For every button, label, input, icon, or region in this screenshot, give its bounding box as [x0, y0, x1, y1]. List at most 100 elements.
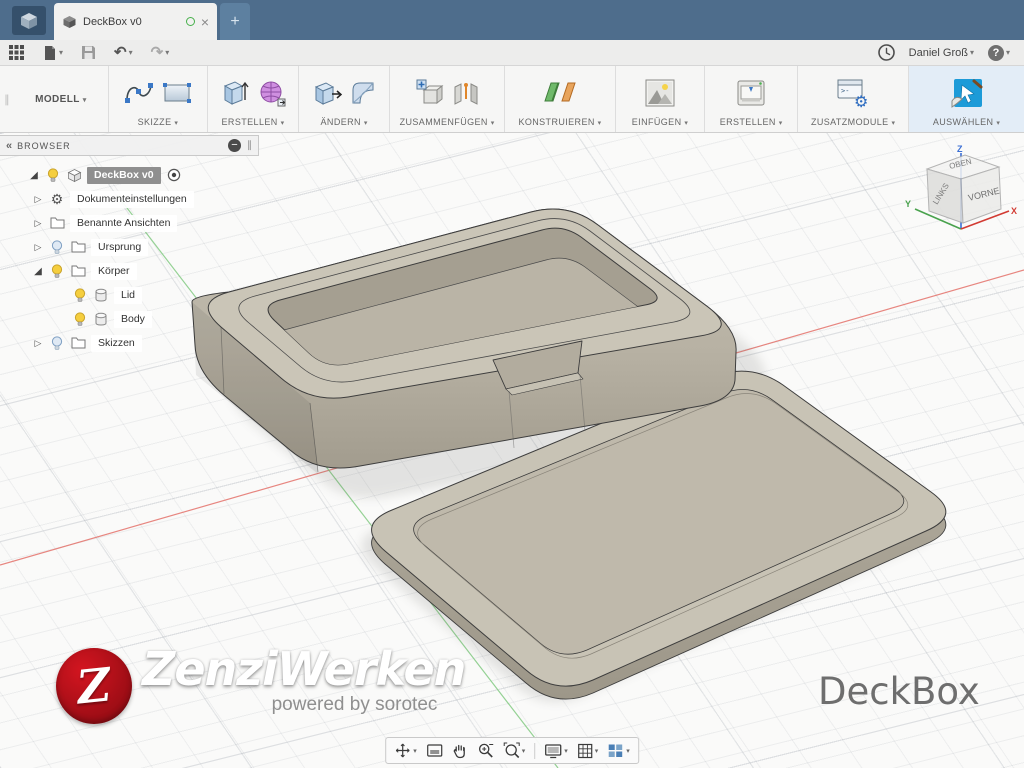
combine-icon[interactable] — [414, 78, 444, 108]
viewports-button[interactable]: ▾ — [607, 743, 630, 759]
zoom-button[interactable] — [477, 742, 494, 759]
grid-settings-button[interactable]: ▾ — [577, 743, 599, 759]
minimize-browser-icon[interactable]: − — [228, 139, 241, 152]
grid-caret: ▾ — [595, 747, 599, 755]
group-label-konstruieren[interactable]: KONSTRUIEREN — [518, 117, 594, 127]
display-settings-button[interactable]: ▾ — [544, 743, 568, 759]
redo-caret: ▾ — [165, 48, 169, 57]
construction-plane-icon[interactable] — [543, 79, 577, 107]
toolbar-group-zusammenfuegen: ZUSAMMENFÜGEN ▾ — [390, 66, 505, 132]
visibility-bulb-on-icon[interactable] — [72, 311, 88, 327]
sketch-spline-icon[interactable] — [124, 80, 154, 106]
notification-clock-icon[interactable] — [878, 44, 895, 61]
panel-grip-icon[interactable]: ∥ — [247, 140, 252, 151]
save-button[interactable] — [81, 45, 96, 60]
collapse-panel-icon[interactable]: « — [6, 140, 11, 152]
fit-caret: ▾ — [522, 747, 526, 755]
display-settings-icon — [544, 743, 562, 759]
tree-label-body[interactable]: Body — [114, 311, 152, 328]
visibility-bulb-off-icon[interactable] — [49, 335, 65, 351]
tab-strip: DeckBox v0 × + — [0, 0, 1024, 40]
zoom-icon — [477, 742, 494, 759]
tree-row-root[interactable]: ◢ DeckBox v0 — [0, 164, 259, 186]
tab-title: DeckBox v0 — [83, 16, 180, 28]
pan-button[interactable] — [452, 743, 468, 759]
sketch-rectangle-icon[interactable] — [162, 81, 192, 105]
group-label-skizze[interactable]: SKIZZE — [138, 117, 172, 127]
form-icon[interactable] — [258, 79, 286, 107]
group-label-erstellen[interactable]: ERSTELLEN — [222, 117, 278, 127]
tree-label-named-views[interactable]: Benannte Ansichten — [70, 215, 177, 232]
tree-row-origin[interactable]: ▷ Ursprung — [0, 236, 259, 258]
pan-hand-icon — [452, 743, 468, 759]
folder-icon — [70, 335, 86, 351]
visibility-bulb-on-icon[interactable] — [72, 287, 88, 303]
group-label-einfuegen[interactable]: EINFÜGEN — [632, 117, 682, 127]
help-menu[interactable]: ? ▾ — [988, 45, 1010, 61]
insert-image-icon[interactable] — [644, 78, 676, 108]
x-axis-label: X — [1011, 206, 1017, 216]
group-label-erstellen-make[interactable]: ERSTELLEN — [720, 117, 776, 127]
group-label-auswaehlen[interactable]: AUSWÄHLEN — [933, 117, 994, 127]
document-tab[interactable]: DeckBox v0 × — [54, 3, 217, 40]
document-cube-icon — [62, 15, 77, 29]
look-at-button[interactable] — [426, 743, 443, 758]
expander-icon[interactable]: ◢ — [32, 266, 44, 277]
quick-access-toolbar: ▾ ↶ ▾ ↷ ▾ Daniel Groß ▾ — [0, 40, 1024, 66]
expander-icon[interactable]: ▷ — [32, 242, 44, 253]
solid-body-icon — [93, 311, 109, 327]
file-icon — [43, 45, 57, 61]
workspace-selector[interactable]: MODELL ▾ — [14, 66, 109, 132]
tree-label-root[interactable]: DeckBox v0 — [87, 167, 161, 184]
add-ins-icon[interactable]: >- ⚙ — [836, 78, 870, 108]
tree-label-origin[interactable]: Ursprung — [91, 239, 148, 256]
activate-radio-icon[interactable] — [166, 167, 182, 183]
3d-print-icon[interactable] — [735, 78, 767, 108]
tab-close-icon[interactable]: × — [201, 15, 209, 29]
expander-icon[interactable]: ▷ — [32, 338, 44, 349]
visibility-bulb-on-icon[interactable] — [45, 167, 61, 183]
group-label-zusatzmodule[interactable]: ZUSATZMODULE — [811, 117, 889, 127]
einfuegen-caret: ▾ — [684, 120, 688, 127]
tree-row-bodies-folder[interactable]: ◢ Körper — [0, 260, 259, 282]
fusion360-window: DeckBox v0 × + ▾ — [0, 0, 1024, 768]
tree-label-bodies[interactable]: Körper — [91, 263, 137, 280]
redo-button[interactable]: ↷ ▾ — [151, 45, 170, 60]
fit-button[interactable]: ▾ — [503, 742, 526, 759]
new-tab-button[interactable]: + — [220, 3, 250, 40]
tree-row-named-views[interactable]: ▷ Benannte Ansichten — [0, 212, 259, 234]
orbit-button[interactable]: ▾ — [394, 742, 417, 759]
visibility-bulb-off-icon[interactable] — [49, 239, 65, 255]
folder-icon — [49, 215, 65, 231]
joint-icon[interactable] — [452, 79, 480, 107]
toolbar-group-einfuegen: EINFÜGEN ▾ — [616, 66, 705, 132]
user-menu[interactable]: Daniel Groß ▾ — [909, 47, 974, 59]
tree-label-lid[interactable]: Lid — [114, 287, 142, 304]
tree-label-sketches[interactable]: Skizzen — [91, 335, 142, 352]
toolbar-grip[interactable]: ∥ — [0, 66, 14, 132]
expander-icon[interactable]: ▷ — [32, 194, 44, 205]
browser-title: BROWSER — [17, 141, 222, 151]
tree-row-doc-settings[interactable]: ▷ ⚙ Dokumenteinstellungen — [0, 188, 259, 210]
tree-row-lid[interactable]: Lid — [0, 284, 259, 306]
tree-row-body[interactable]: Body — [0, 308, 259, 330]
tree-label-doc-settings[interactable]: Dokumenteinstellungen — [70, 191, 194, 208]
fillet-icon[interactable] — [350, 80, 376, 106]
folder-icon — [70, 239, 86, 255]
select-icon[interactable] — [950, 77, 984, 109]
view-cube[interactable]: OBEN LINKS VORNE Z Y X — [903, 143, 1021, 256]
expander-icon[interactable]: ▷ — [32, 218, 44, 229]
app-grid-button[interactable] — [8, 44, 25, 61]
toolbar-group-konstruieren: KONSTRUIEREN ▾ — [505, 66, 616, 132]
tree-row-sketches[interactable]: ▷ Skizzen — [0, 332, 259, 354]
help-menu-caret: ▾ — [1006, 48, 1010, 57]
file-menu-button[interactable]: ▾ — [43, 45, 63, 61]
undo-button[interactable]: ↶ ▾ — [114, 45, 133, 60]
group-label-zusammenfuegen[interactable]: ZUSAMMENFÜGEN — [400, 117, 488, 127]
user-name: Daniel Groß — [909, 47, 968, 59]
extrude-icon[interactable] — [220, 78, 250, 108]
expander-icon[interactable]: ◢ — [28, 170, 40, 181]
group-label-aendern[interactable]: ÄNDERN — [321, 117, 361, 127]
press-pull-icon[interactable] — [312, 79, 342, 107]
visibility-bulb-on-icon[interactable] — [49, 263, 65, 279]
